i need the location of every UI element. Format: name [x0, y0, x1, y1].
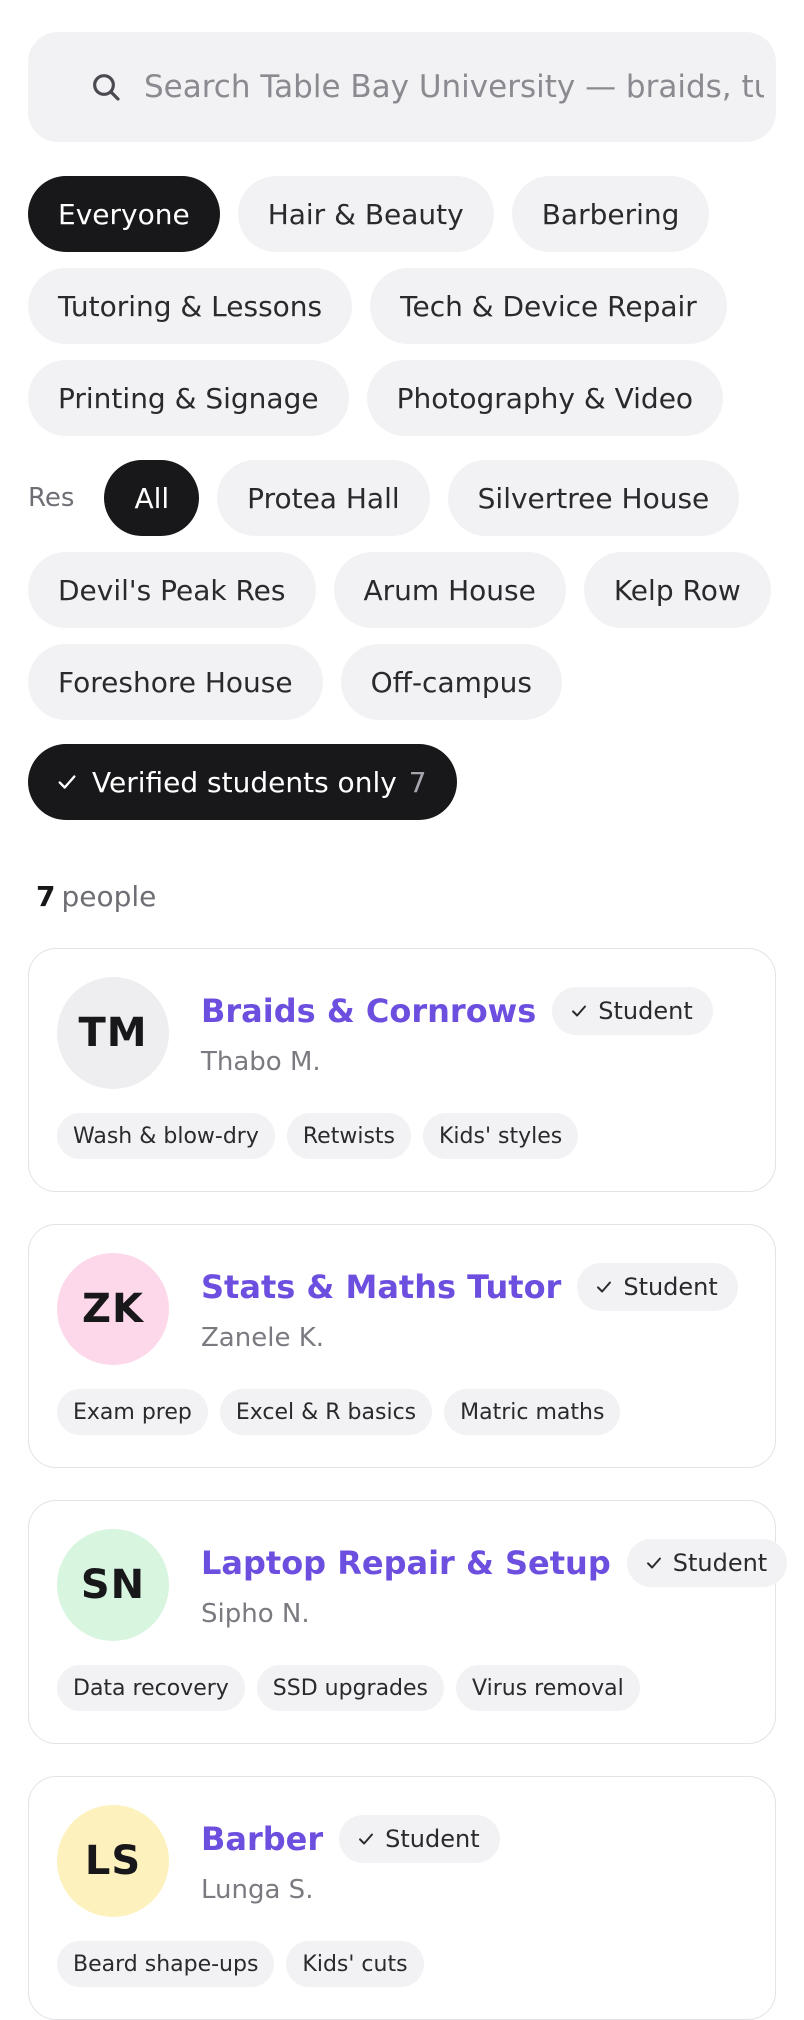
- service-tag: SSD upgrades: [256, 1665, 445, 1711]
- check-icon: [572, 1005, 587, 1017]
- result-count-suffix: people: [61, 880, 157, 913]
- service-tag: Excel & R basics: [219, 1389, 433, 1435]
- listing-title[interactable]: Laptop Repair & Setup: [201, 1544, 611, 1582]
- owner-name: Zanele K.: [201, 1323, 325, 1353]
- residence-chip-silvertree-house[interactable]: Silvertree House: [447, 460, 740, 536]
- listing-card[interactable]: ZK Stats & Maths Tutor Student Zanele K.…: [28, 1224, 776, 1468]
- category-chip-printing[interactable]: Printing & Signage: [28, 360, 349, 436]
- service-tag: Kids' styles: [423, 1113, 579, 1159]
- service-tag: Wash & blow-dry: [57, 1113, 275, 1159]
- service-tag: Exam prep: [57, 1389, 208, 1435]
- service-tag: Virus removal: [456, 1665, 640, 1711]
- residence-chip-off-campus[interactable]: Off-campus: [340, 644, 562, 720]
- listing-card[interactable]: LS Barber Student Lunga S. Beard shape-u…: [28, 1776, 776, 2020]
- listing-title[interactable]: Barber: [201, 1820, 323, 1858]
- listing-title[interactable]: Stats & Maths Tutor: [201, 1268, 561, 1306]
- residence-chip-arum-house[interactable]: Arum House: [333, 552, 566, 628]
- student-badge: Student: [577, 1263, 738, 1311]
- badge-label: Student: [672, 1549, 768, 1577]
- residence-label: Res: [28, 483, 75, 513]
- listing-title[interactable]: Braids & Cornrows: [201, 992, 536, 1030]
- check-icon: [359, 1833, 374, 1845]
- check-icon: [58, 775, 76, 789]
- service-tag: Retwists: [286, 1113, 411, 1159]
- badge-label: Student: [623, 1273, 718, 1301]
- check-icon: [646, 1557, 661, 1569]
- service-tag: Beard shape-ups: [57, 1941, 275, 1987]
- student-badge: Student: [626, 1539, 788, 1587]
- verified-count: 7: [408, 765, 427, 799]
- category-chip-tech-repair[interactable]: Tech & Device Repair: [370, 268, 727, 344]
- result-count-number: 7: [36, 880, 56, 913]
- category-chip-hair-beauty[interactable]: Hair & Beauty: [237, 176, 494, 252]
- listing-card[interactable]: TM Braids & Cornrows Student Thabo M. Wa…: [28, 948, 776, 1192]
- category-chip-everyone[interactable]: Everyone: [28, 176, 220, 252]
- badge-label: Student: [385, 1825, 480, 1853]
- category-chip-barbering[interactable]: Barbering: [511, 176, 710, 252]
- category-chip-tutoring[interactable]: Tutoring & Lessons: [28, 268, 353, 344]
- search-bar[interactable]: [28, 32, 776, 142]
- avatar: SN: [57, 1529, 169, 1641]
- owner-name: Lunga S.: [201, 1875, 314, 1905]
- check-icon: [597, 1281, 612, 1293]
- result-count: 7 people: [36, 880, 156, 913]
- avatar: LS: [57, 1805, 169, 1917]
- verified-students-toggle[interactable]: Verified students only 7: [28, 744, 457, 820]
- search-icon: [93, 74, 120, 101]
- directory-page: Everyone Hair & Beauty Barbering Tutorin…: [0, 0, 804, 2020]
- verified-toggle-label: Verified students only: [92, 765, 397, 799]
- search-input[interactable]: [144, 69, 764, 105]
- service-tag: Data recovery: [57, 1665, 245, 1711]
- service-tag: Matric maths: [444, 1389, 621, 1435]
- residence-chip-devils-peak[interactable]: Devil's Peak Res: [28, 552, 316, 628]
- avatar: TM: [57, 977, 169, 1089]
- owner-name: Thabo M.: [201, 1047, 321, 1077]
- residence-chip-all[interactable]: All: [104, 460, 200, 536]
- student-badge: Student: [552, 987, 713, 1035]
- service-tag: Kids' cuts: [286, 1941, 424, 1987]
- residence-chip-kelp-row[interactable]: Kelp Row: [583, 552, 771, 628]
- badge-label: Student: [598, 997, 693, 1025]
- residence-chip-protea-hall[interactable]: Protea Hall: [217, 460, 430, 536]
- student-badge: Student: [339, 1815, 500, 1863]
- avatar: ZK: [57, 1253, 169, 1365]
- listing-card[interactable]: SN Laptop Repair & Setup Student Sipho N…: [28, 1500, 788, 1744]
- residence-chip-foreshore-house[interactable]: Foreshore House: [28, 644, 323, 720]
- owner-name: Sipho N.: [201, 1599, 310, 1629]
- category-chip-photography[interactable]: Photography & Video: [366, 360, 724, 436]
